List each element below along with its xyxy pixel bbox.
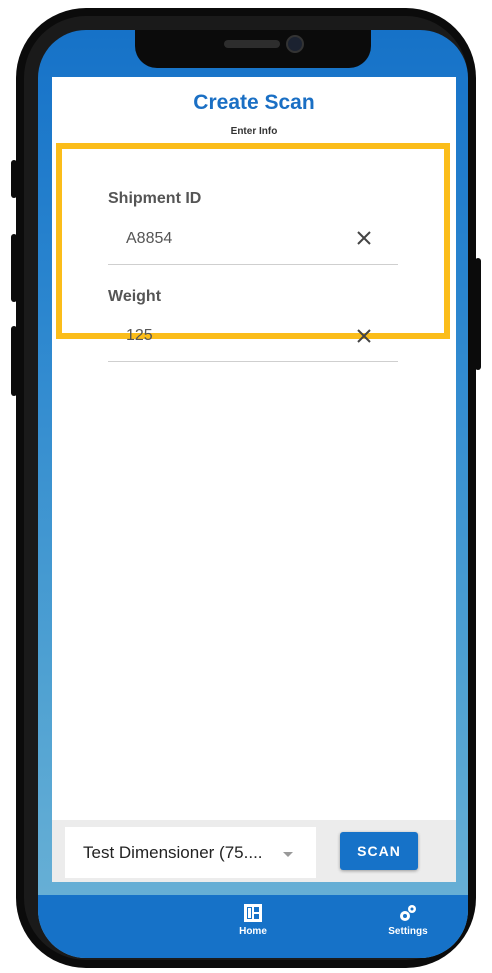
close-icon[interactable] bbox=[355, 327, 373, 345]
notch bbox=[135, 30, 371, 68]
side-button-volume-up bbox=[11, 234, 17, 302]
tab-home[interactable]: Home bbox=[223, 903, 283, 937]
page-title: Create Scan bbox=[193, 91, 315, 114]
create-scan-card: Create Scan Enter Info Shipment ID A8854… bbox=[52, 77, 456, 882]
weight-underline bbox=[108, 361, 398, 362]
page-subtitle: Enter Info bbox=[230, 126, 278, 137]
side-button-volume-down bbox=[11, 326, 17, 396]
device-select[interactable]: Test Dimensioner (75.... bbox=[65, 827, 316, 878]
front-camera bbox=[286, 35, 304, 53]
chevron-down-icon bbox=[283, 852, 293, 857]
weight-input[interactable]: 125 bbox=[126, 327, 153, 345]
fields-highlight-box bbox=[56, 143, 450, 339]
close-icon[interactable] bbox=[355, 229, 373, 247]
phone-screen: Create Scan Enter Info Shipment ID A8854… bbox=[38, 30, 468, 958]
tab-settings-label: Settings bbox=[388, 926, 428, 937]
action-bar: Test Dimensioner (75.... SCAN bbox=[52, 820, 456, 882]
gears-icon bbox=[400, 905, 416, 921]
device-select-value: Test Dimensioner (75.... bbox=[83, 843, 263, 862]
speaker-grille bbox=[224, 40, 280, 48]
side-button-mute bbox=[11, 160, 17, 198]
weight-label: Weight bbox=[108, 288, 162, 305]
scan-button[interactable]: SCAN bbox=[340, 832, 418, 870]
shipment-id-underline bbox=[108, 264, 398, 265]
home-grid-icon bbox=[244, 904, 262, 922]
side-button-power bbox=[475, 258, 481, 370]
tab-home-label: Home bbox=[239, 926, 267, 937]
tab-settings[interactable]: Settings bbox=[378, 903, 438, 937]
shipment-id-label: Shipment ID bbox=[108, 190, 202, 207]
shipment-id-input[interactable]: A8854 bbox=[126, 230, 172, 248]
bottom-tab-bar: Home Settings bbox=[38, 895, 468, 958]
